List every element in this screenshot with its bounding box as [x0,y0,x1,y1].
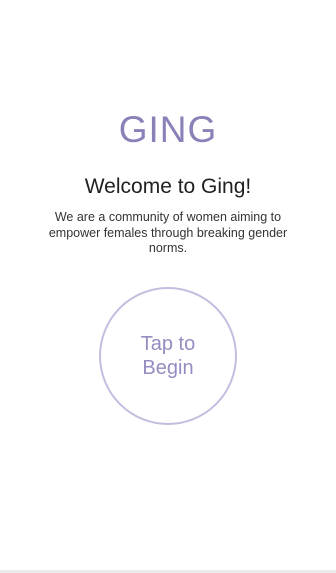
tap-to-begin-label: Tap to Begin [140,333,196,379]
app-logo: GING [118,109,218,150]
welcome-tagline: We are a community of women aiming to em… [48,210,288,255]
welcome-screen: GING Welcome to Ging! We are a community… [0,0,336,573]
tap-to-begin-button[interactable]: Tap to Begin [99,287,237,425]
welcome-title: Welcome to Ging! [84,175,252,198]
